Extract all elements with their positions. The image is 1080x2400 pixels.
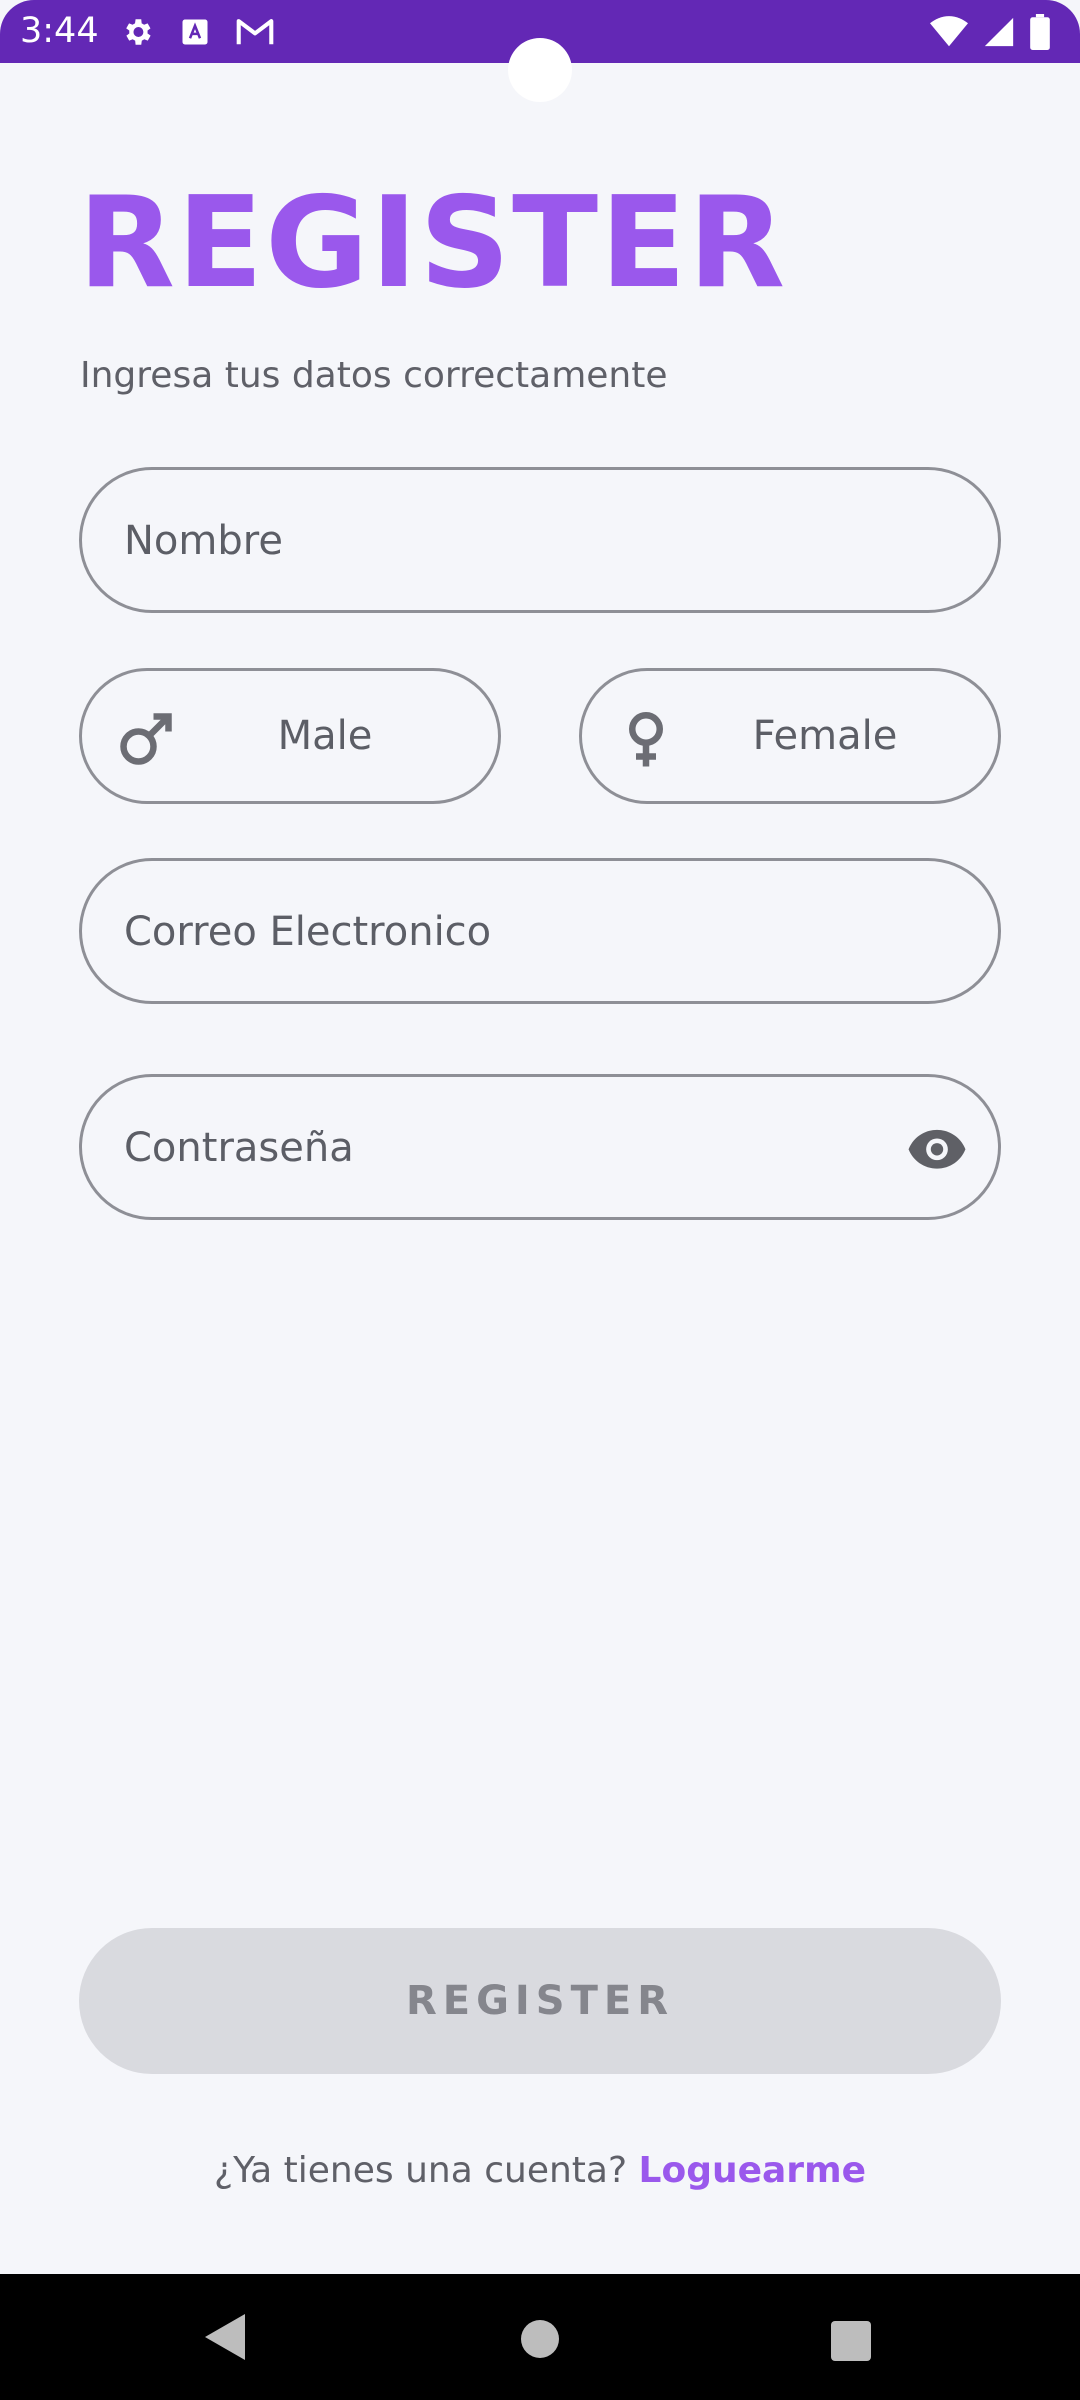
- status-left-icons: [120, 12, 274, 52]
- back-icon[interactable]: [205, 2314, 245, 2360]
- home-icon[interactable]: [521, 2320, 559, 2358]
- password-field[interactable]: [79, 1074, 1001, 1220]
- password-input[interactable]: [122, 1077, 892, 1219]
- a-icon: [182, 19, 208, 45]
- register-button[interactable]: REGISTER: [79, 1928, 1001, 2074]
- email-field[interactable]: [79, 858, 1001, 1004]
- page-subtitle: Ingresa tus datos correctamente: [80, 355, 668, 396]
- female-label: Female: [752, 713, 898, 759]
- battery-icon: [1030, 14, 1050, 50]
- female-button[interactable]: Female: [579, 668, 1001, 804]
- email-input[interactable]: [122, 861, 962, 1003]
- recents-icon[interactable]: [831, 2321, 871, 2361]
- login-prompt: ¿Ya tienes una cuenta? Loguearme: [0, 2145, 1080, 2197]
- page-title: REGISTER: [78, 169, 788, 316]
- camera-cutout: [508, 38, 572, 102]
- male-label: Male: [277, 713, 373, 759]
- login-prompt-text: ¿Ya tienes una cuenta?: [214, 2150, 628, 2191]
- login-link[interactable]: Loguearme: [639, 2150, 866, 2191]
- name-field[interactable]: [79, 467, 1001, 613]
- eye-icon[interactable]: [906, 1117, 968, 1179]
- male-button[interactable]: Male: [79, 668, 501, 804]
- gmail-icon: [236, 19, 274, 45]
- name-input[interactable]: [122, 470, 962, 612]
- register-button-label: REGISTER: [405, 1978, 675, 2024]
- gear-icon: [126, 19, 151, 45]
- wifi-icon: [930, 16, 968, 47]
- status-time: 3:44: [20, 11, 99, 51]
- signal-icon: [984, 17, 1014, 47]
- status-right-icons: [930, 12, 1050, 52]
- navigation-bar: [0, 2274, 1080, 2400]
